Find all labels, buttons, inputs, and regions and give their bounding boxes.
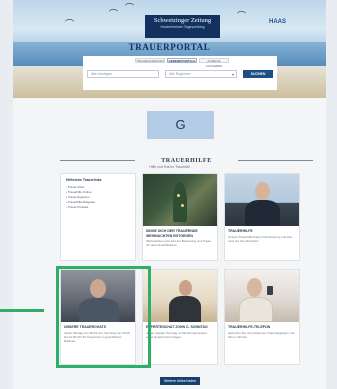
bird-icon: ⌒ — [65, 19, 75, 29]
article-card[interactable]: TRAUERHILFE Unsere Trauerhilfe bietet Un… — [224, 173, 300, 261]
page-shell: ⌒ ⌒ ⌒ ⌒ Schwetzinger Zeitung Hockenheime… — [13, 0, 326, 389]
chevron-down-icon: ▾ — [231, 72, 234, 77]
christmas-tree-image — [143, 174, 217, 226]
card-title: SINGE DICH DER TRAUERNDE WEIHNACHTEN ENT… — [146, 229, 198, 238]
card-body: Unsere Trauerhilfe bietet Unterstützung … — [228, 234, 292, 243]
bird-icon: ⌒ — [125, 3, 135, 13]
card-highlight-frame — [56, 266, 151, 368]
search-tabs: TRAUERANZEIGEN GEDENKPORTALE ANZEIGE AUF… — [135, 58, 231, 68]
man-portrait-image — [225, 174, 299, 226]
haas-logo[interactable]: HAAS — [269, 19, 286, 25]
search-button[interactable]: SUCHEN — [243, 70, 273, 78]
card-body: Jeden zweiten Sonntag im Monat beantwort… — [146, 330, 207, 339]
region-select-value: Alle Regionen — [169, 72, 191, 76]
load-more-button[interactable]: Weitere Artikel laden — [160, 377, 200, 385]
card-title: TRAUERHILFE — [228, 229, 253, 233]
newspaper-logo[interactable]: Schwetzinger Zeitung Hockenheimer Tagesz… — [145, 15, 220, 38]
section-divider — [238, 160, 313, 161]
portal-title: TRAUERPORTAL — [128, 42, 211, 52]
article-card[interactable]: TRAUERHILFE-TELEFON Sprechen Sie mit erf… — [224, 269, 300, 365]
card-body: Sprechen Sie mit erfahrenen Trauerbeglei… — [228, 330, 295, 339]
ad-placeholder[interactable]: G — [147, 111, 214, 139]
logo-line-1: Schwetzinger Zeitung — [153, 17, 212, 24]
card-body: Weihnachten eine Zeit der Besinnung und … — [146, 239, 212, 247]
tab-anzeige-aufgeben[interactable]: ANZEIGE AUFGEBEN — [199, 58, 229, 68]
section-title: TRAUERHILFE — [161, 158, 212, 164]
bird-icon: ⌒ — [237, 11, 247, 21]
article-card[interactable]: EXPERTENCHAT JOHN C. SONNTAG Jeden zweit… — [142, 269, 218, 365]
tab-traueranzeigen[interactable]: TRAUERANZEIGEN — [135, 58, 165, 63]
region-select[interactable]: Alle Regionen ▾ — [165, 70, 237, 78]
section-subtitle: Hilfe und Rat im Trauerfall — [149, 165, 190, 169]
link-item[interactable]: › Trauer-Podcast — [66, 205, 130, 210]
card-title: EXPERTENCHAT JOHN C. SONNTAG — [146, 325, 208, 329]
highlight-connector-line — [0, 309, 44, 312]
hero-banner: ⌒ ⌒ ⌒ ⌒ Schwetzinger Zeitung Hockenheime… — [13, 0, 326, 98]
links-card-title: Hilfreiche Trauerlinks — [66, 178, 102, 182]
name-search-field[interactable]: Alle Anzeigen — [87, 70, 159, 78]
tab-gedenkportale[interactable]: GEDENKPORTALE — [167, 58, 197, 63]
woman-phone-image — [225, 270, 299, 322]
card-title: TRAUERHILFE-TELEFON — [228, 325, 271, 329]
books-image — [143, 270, 217, 322]
logo-line-2: Hockenheimer Tageszeitung — [160, 25, 205, 29]
article-card[interactable]: SINGE DICH DER TRAUERNDE WEIHNACHTEN ENT… — [142, 173, 218, 261]
name-search-placeholder: Alle Anzeigen — [91, 72, 113, 76]
search-panel: TRAUERANZEIGEN GEDENKPORTALE ANZEIGE AUF… — [83, 56, 277, 90]
links-card: Hilfreiche Trauerlinks › Trauer-Chat › T… — [60, 173, 136, 261]
bird-icon: ⌒ — [109, 9, 119, 19]
